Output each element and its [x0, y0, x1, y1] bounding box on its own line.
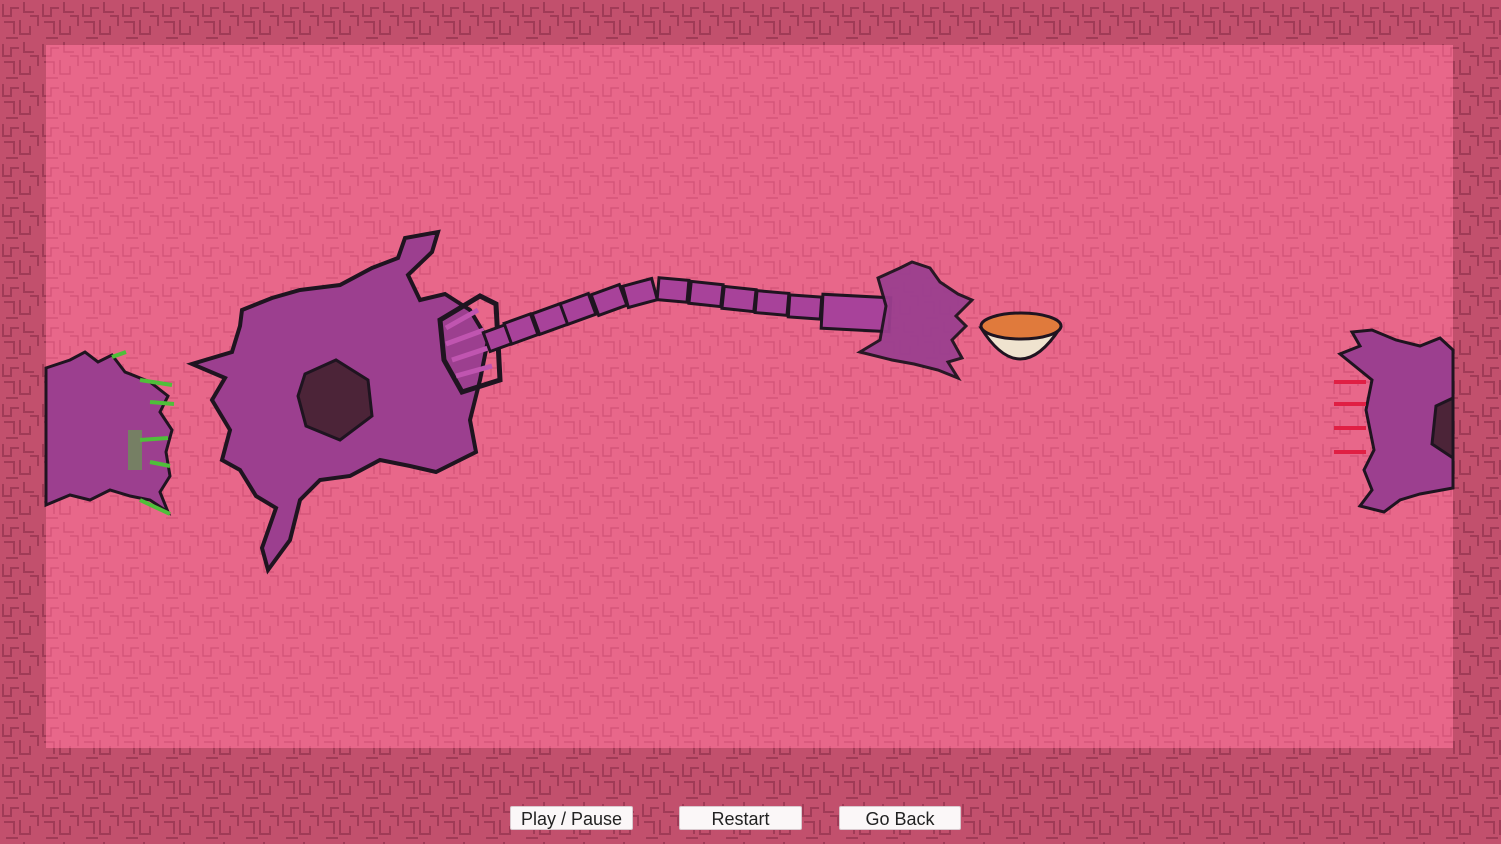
play-pause-button[interactable]: Play / Pause — [510, 806, 633, 830]
restart-button[interactable]: Restart — [679, 806, 802, 830]
game-controls: Play / Pause Restart Go Back — [0, 806, 1501, 832]
go-back-button[interactable]: Go Back — [839, 806, 961, 830]
game-canvas — [0, 0, 1501, 844]
